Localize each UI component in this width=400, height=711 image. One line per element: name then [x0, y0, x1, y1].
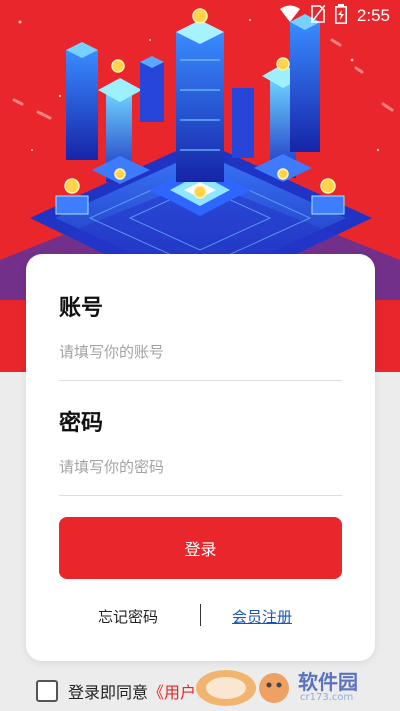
account-input[interactable] — [59, 334, 342, 370]
no-sim-icon — [310, 4, 326, 27]
link-separator — [200, 604, 201, 626]
auth-links: 忘记密码 会员注册 — [26, 604, 375, 628]
agreement-text: 登录即同意 — [68, 683, 149, 702]
password-input[interactable] — [59, 449, 342, 485]
password-label: 密码 — [59, 411, 104, 436]
site-watermark: 软件园 cr173.com — [194, 664, 394, 708]
login-button[interactable]: 登录 — [59, 517, 342, 579]
account-divider — [59, 380, 342, 381]
status-time: 2:55 — [356, 6, 390, 25]
status-bar: 2:55 — [0, 0, 400, 32]
register-link[interactable]: 会员注册 — [232, 606, 292, 627]
watermark-subtext: cr173.com — [300, 692, 354, 703]
user-agreement-link[interactable]: 《用户 — [148, 679, 196, 703]
wifi-icon — [279, 5, 301, 27]
watermark-text: 软件园 — [298, 670, 358, 694]
login-card: 账号 密码 登录 忘记密码 会员注册 — [26, 254, 375, 661]
account-label: 账号 — [59, 296, 104, 321]
forgot-password-link[interactable]: 忘记密码 — [98, 606, 158, 627]
password-divider — [59, 495, 342, 496]
agreement-row: 登录即同意 《用户 — [36, 678, 196, 704]
battery-icon — [334, 4, 347, 28]
agreement-checkbox[interactable] — [36, 680, 58, 702]
watermark-logo-icon — [196, 670, 289, 706]
